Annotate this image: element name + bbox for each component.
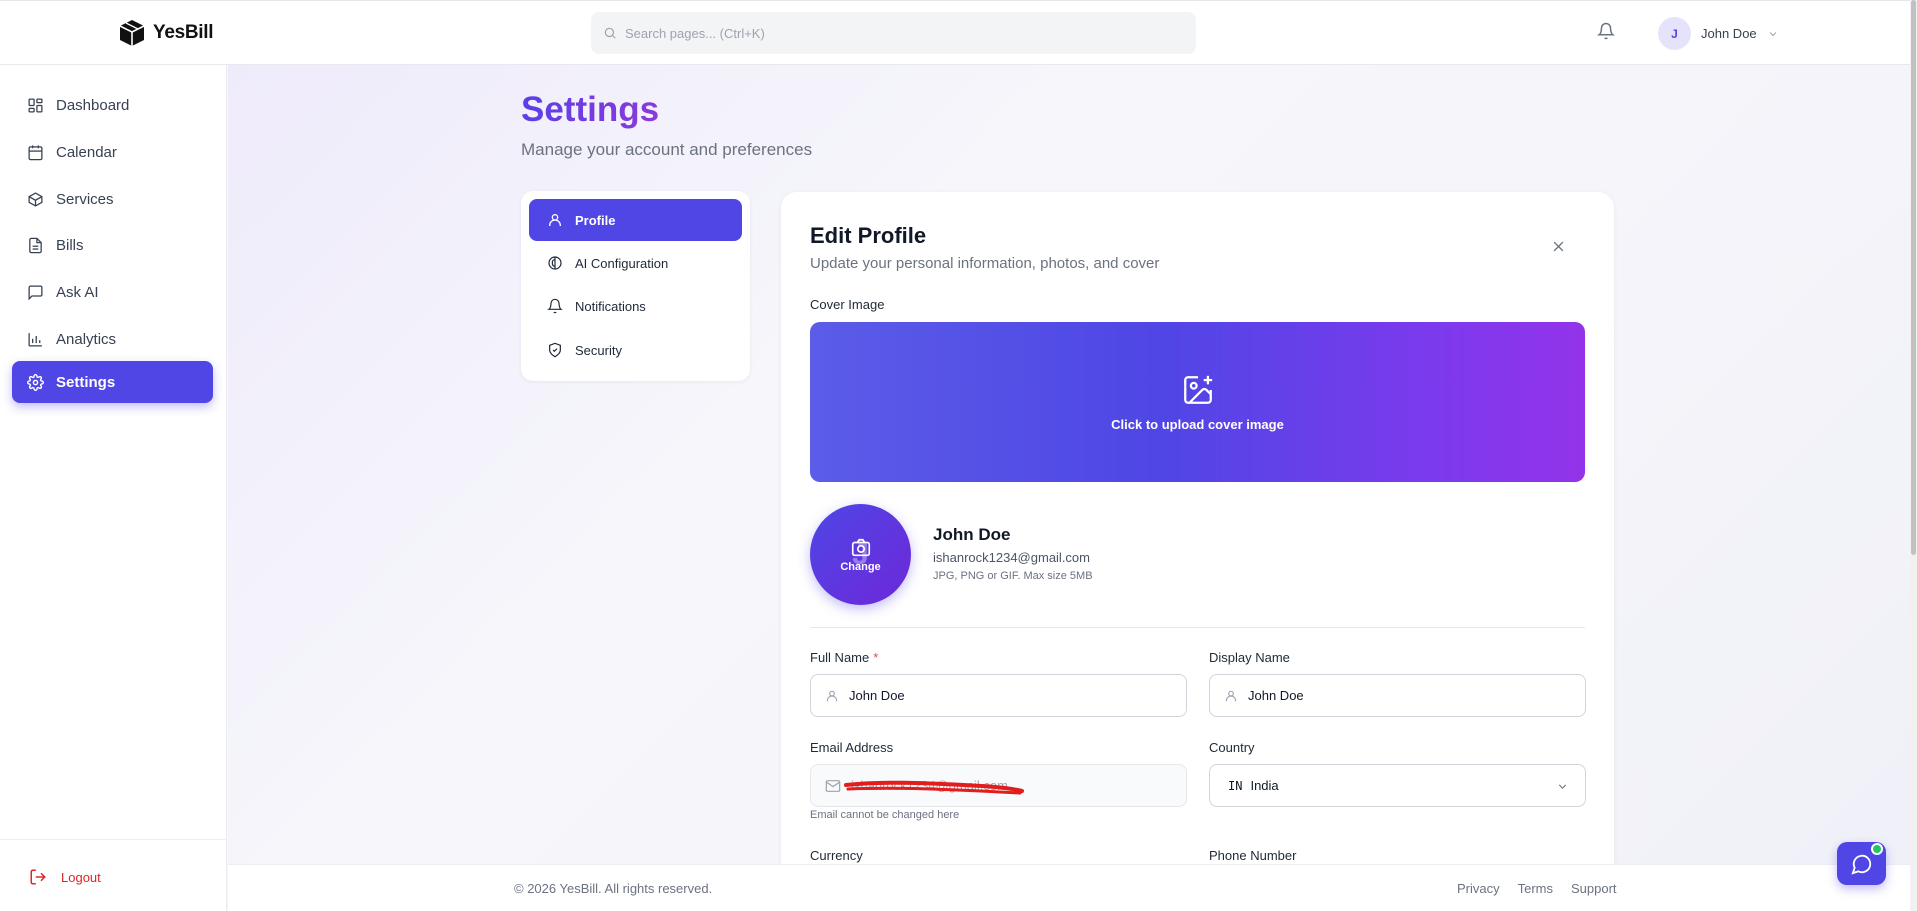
sidebar-item-settings[interactable]: Settings (12, 361, 213, 403)
profile-email: ishanrock1234@gmail.com (933, 550, 1090, 565)
bell-icon (547, 298, 563, 314)
sidebar-item-label: Analytics (56, 330, 117, 348)
display-name-input[interactable] (1248, 688, 1548, 703)
search-icon (604, 27, 616, 39)
box-icon (28, 191, 43, 207)
sidebar-item-label: Calendar (56, 143, 117, 161)
tab-security[interactable]: Security (529, 329, 742, 371)
file-icon (29, 237, 42, 253)
user-icon (549, 214, 561, 226)
redaction-scribble (844, 780, 1024, 795)
copyright-text: © 2026 YesBill. All rights reserved. (514, 881, 713, 896)
bar-chart-icon (28, 332, 42, 347)
sidebar-item-analytics[interactable]: Analytics (12, 318, 213, 360)
page-subtitle: Manage your account and preferences (521, 140, 813, 159)
chevron-down-icon (1769, 31, 1777, 36)
sidebar-item-label: Settings (56, 373, 116, 391)
gear-icon (27, 373, 44, 391)
avatar: J (1658, 17, 1691, 50)
top-bar: YesBill J John Doe (0, 0, 1910, 65)
settings-nav: Profile AI Configuration Notifications S… (521, 191, 750, 381)
email-field[interactable] (810, 764, 1187, 807)
sidebar-footer: Logout (0, 839, 227, 911)
avatar-change-label: Change (840, 560, 881, 573)
image-plus-icon (1183, 375, 1212, 404)
sidebar-item-label: Dashboard (56, 96, 130, 114)
privacy-link[interactable]: Privacy (1457, 881, 1500, 896)
notifications-bell-icon[interactable] (1597, 22, 1615, 40)
sidebar: Dashboard Calendar Services Bills Ask AI… (0, 65, 227, 911)
terms-link[interactable]: Terms (1518, 881, 1553, 896)
tab-ai-configuration[interactable]: AI Configuration (529, 242, 742, 284)
sidebar-item-label: Ask AI (56, 283, 99, 301)
card-title: Edit Profile (810, 223, 927, 248)
tab-profile[interactable]: Profile (529, 199, 742, 241)
full-name-label: Full Name * (810, 650, 878, 665)
app-logo[interactable]: YesBill (117, 18, 214, 48)
cover-upload-area[interactable]: Click to upload cover image (810, 322, 1585, 482)
brain-icon (548, 256, 562, 270)
user-icon (1225, 690, 1237, 701)
logout-label: Logout (61, 869, 101, 885)
shield-icon (549, 342, 561, 358)
full-name-field[interactable] (810, 674, 1187, 717)
country-select[interactable]: IN India (1209, 764, 1586, 807)
country-code: IN (1228, 778, 1243, 793)
currency-label: Currency (810, 848, 863, 863)
country-label: Country (1209, 740, 1255, 755)
sidebar-item-label: Bills (56, 236, 84, 254)
user-icon (826, 690, 838, 701)
tab-label: Profile (575, 212, 616, 228)
sidebar-item-label: Services (56, 190, 114, 208)
search-input[interactable] (625, 25, 1185, 41)
tab-label: AI Configuration (575, 255, 669, 271)
card-subtitle: Update your personal information, photos… (810, 255, 1160, 272)
camera-icon (851, 538, 870, 556)
photo-hint: JPG, PNG or GIF. Max size 5MB (933, 570, 1093, 582)
profile-avatar-upload[interactable]: J Change (810, 504, 911, 605)
sidebar-item-services[interactable]: Services (12, 178, 213, 220)
calendar-icon (28, 144, 43, 160)
full-name-label-text: Full Name (810, 650, 870, 665)
online-status-dot (1871, 843, 1883, 855)
logo-cube-icon (119, 20, 145, 46)
sidebar-item-calendar[interactable]: Calendar (12, 131, 213, 173)
mail-icon (825, 779, 841, 792)
chevron-down-icon (1558, 784, 1567, 789)
close-icon[interactable] (1551, 239, 1566, 254)
full-name-input[interactable] (849, 688, 1149, 703)
app-name: YesBill (153, 22, 214, 43)
page-title: Settings (521, 90, 660, 129)
footer: © 2026 YesBill. All rights reserved. Pri… (228, 864, 1910, 911)
tab-label: Security (575, 342, 622, 358)
edit-profile-card: Edit Profile Update your personal inform… (781, 192, 1614, 892)
chat-bubble-icon (1850, 854, 1871, 875)
email-help-text: Email cannot be changed here (810, 809, 960, 821)
sidebar-item-ask-ai[interactable]: Ask AI (12, 271, 213, 313)
profile-name: John Doe (933, 525, 1011, 544)
country-value: India (1250, 778, 1279, 793)
tab-notifications[interactable]: Notifications (529, 285, 742, 327)
logout-icon (30, 869, 46, 885)
user-name: John Doe (1701, 26, 1757, 41)
cover-upload-text: Click to upload cover image (1111, 416, 1284, 432)
email-label: Email Address (810, 740, 894, 755)
logout-button[interactable]: Logout (29, 868, 101, 886)
display-name-field[interactable] (1209, 674, 1586, 717)
cover-image-label: Cover Image (810, 297, 885, 312)
required-marker: * (873, 650, 879, 665)
search-bar[interactable] (591, 12, 1196, 54)
dashboard-icon (28, 97, 43, 113)
phone-label: Phone Number (1209, 848, 1297, 863)
user-menu[interactable]: J John Doe (1658, 17, 1779, 50)
chat-icon (28, 284, 43, 300)
footer-links: Privacy Terms Support (1457, 881, 1617, 896)
support-link[interactable]: Support (1571, 881, 1617, 896)
sidebar-item-dashboard[interactable]: Dashboard (12, 84, 213, 126)
divider (810, 627, 1585, 628)
display-name-label: Display Name (1209, 650, 1290, 665)
scrollbar-thumb[interactable] (1911, 0, 1916, 555)
tab-label: Notifications (575, 298, 646, 314)
sidebar-item-bills[interactable]: Bills (12, 224, 213, 266)
